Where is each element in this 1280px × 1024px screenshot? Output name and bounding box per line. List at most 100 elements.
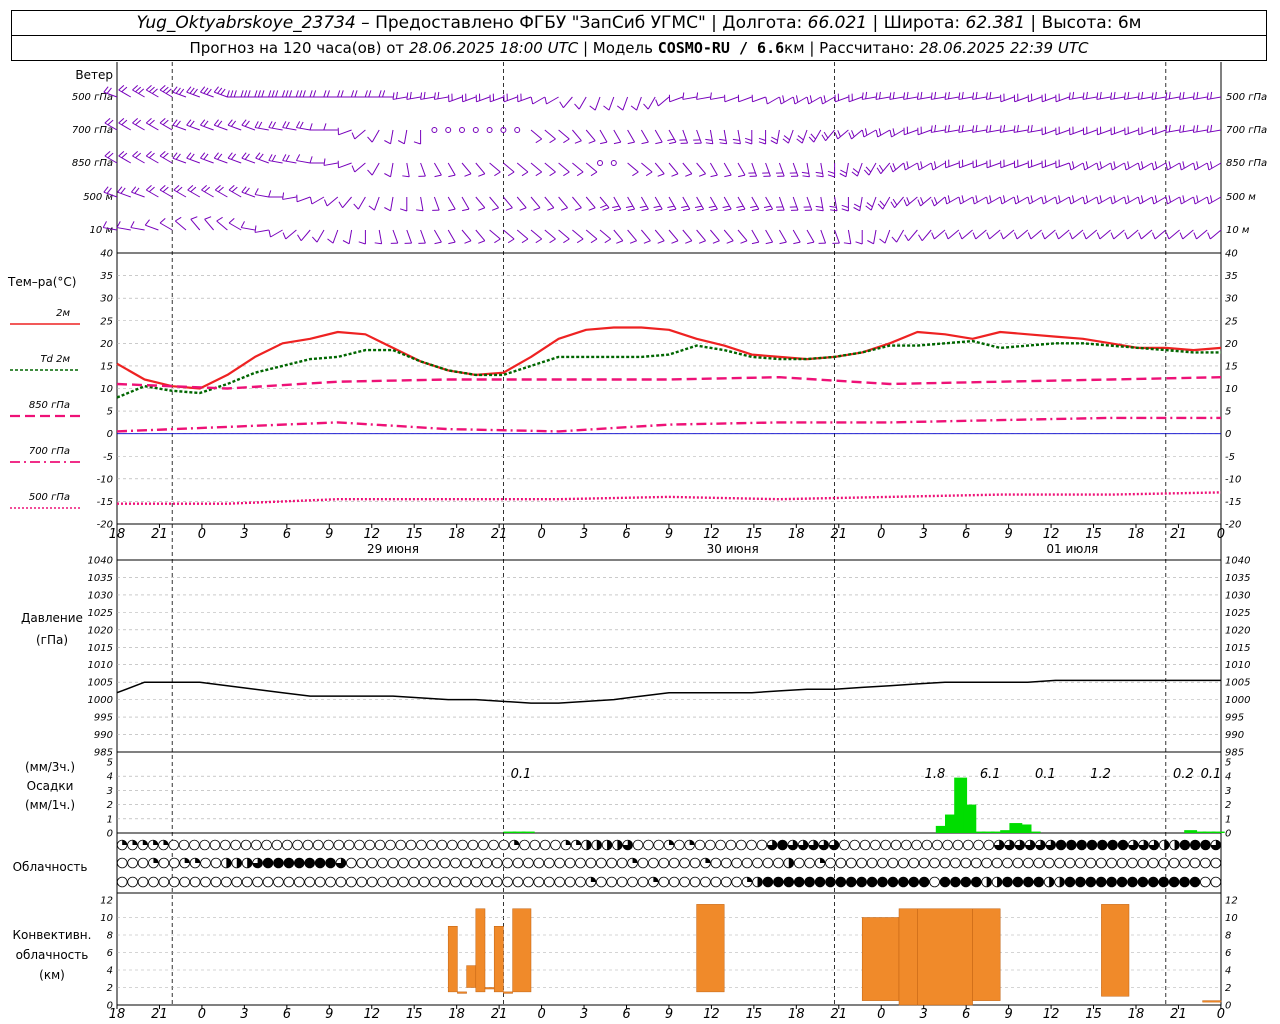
wind-barb-feather	[671, 173, 679, 177]
wind-barb-shaft	[859, 196, 863, 211]
wind-barb-feather	[258, 121, 263, 129]
wind-barb-shaft	[1140, 229, 1153, 240]
wind-barb-feather	[1082, 232, 1087, 240]
wind-barb-shaft	[820, 162, 824, 177]
time-axis-bottom-tick-label: 18	[448, 1007, 465, 1022]
wind-barb-feather	[879, 200, 885, 207]
wind-barb-feather	[576, 238, 584, 244]
wind-barb-feather	[1179, 125, 1182, 133]
cloud-low-symbol	[564, 876, 576, 888]
cloud-low-symbol	[335, 876, 347, 888]
wind-barb-feather	[947, 91, 950, 99]
cloud-mid-symbol	[168, 857, 180, 869]
cloud-low-symbol	[502, 876, 513, 888]
wind-barb-shaft	[323, 162, 338, 166]
wind-barb-feather	[173, 184, 180, 191]
wind-barb-feather	[1193, 163, 1196, 171]
cloud-low-symbol	[148, 876, 159, 888]
wind-barb-feather	[200, 86, 206, 93]
wind-barb-shaft	[476, 96, 490, 103]
t500-line	[117, 491, 1222, 505]
wind-barb-feather	[961, 91, 964, 99]
wind-barb-feather	[930, 92, 933, 100]
cloud-mid-symbol	[710, 857, 722, 869]
wind-barb-feather	[213, 86, 219, 93]
cloud-mid-symbol	[1127, 857, 1138, 869]
wind-barb-feather	[204, 186, 211, 193]
pressure-y-tick-label: 990	[1225, 730, 1244, 741]
wind-barb-shaft	[594, 96, 601, 111]
conv-cloud-bar	[512, 908, 532, 993]
wind-barb-feather	[841, 208, 849, 212]
wind-barb-shaft	[434, 96, 449, 100]
wind-barb-feather	[643, 240, 651, 244]
wind-barb-shaft	[1096, 96, 1111, 100]
cloud-high-symbol	[952, 839, 964, 851]
cloud-mid-symbol	[908, 857, 920, 869]
time-axis-bottom-tick-label: 9	[325, 1007, 333, 1022]
wind-barb-feather	[574, 103, 580, 110]
wind-barb-feather	[1027, 232, 1032, 240]
wind-barb-feather	[309, 123, 313, 131]
wind-barb-feather	[588, 140, 596, 144]
cloud-low-symbol	[1064, 876, 1076, 888]
cloud-low-symbol	[762, 876, 774, 888]
wind-barb-feather	[947, 195, 951, 203]
wind-barb-shaft	[254, 229, 269, 233]
cloud-high-symbol	[870, 839, 881, 851]
wind-barb-shaft	[316, 229, 325, 243]
wind-barb-feather	[409, 91, 412, 99]
precip-y-tick-label: 1	[1225, 814, 1231, 825]
temp-y-tick-label: 20	[1225, 339, 1238, 350]
wind-barb-feather	[1179, 232, 1184, 240]
cloud-mid-symbol	[346, 857, 357, 869]
wind-barb-feather	[853, 207, 861, 212]
wind-barb-shaft	[668, 229, 679, 242]
wind-barb-shaft	[461, 229, 472, 242]
wind-barb-shaft	[972, 129, 987, 133]
wind-barb-shaft	[778, 196, 785, 211]
wind-barb-feather	[944, 197, 948, 205]
precip-bar	[963, 804, 977, 833]
wind-barb-feather	[1137, 163, 1141, 171]
wind-barb-feather	[1003, 124, 1006, 132]
wind-barb-feather	[282, 121, 287, 128]
wind-barb-feather	[1124, 197, 1127, 205]
wind-barb-feather	[159, 150, 166, 157]
precip-sum-label: 0.1	[511, 767, 532, 782]
cloud-low-symbol	[127, 876, 138, 888]
wind-barb-shaft	[875, 96, 890, 100]
wind-barb-shaft	[1099, 229, 1111, 240]
wind-barb-feather	[848, 132, 852, 140]
wind-barb-feather	[138, 88, 145, 94]
wind-barb-shaft	[1113, 229, 1125, 240]
wind-barb-feather	[241, 152, 247, 159]
cloud-high-symbol	[364, 839, 376, 851]
wind-barb-shaft	[1138, 129, 1153, 136]
wind-barb-feather	[295, 154, 301, 161]
cloud-low-symbol	[845, 876, 857, 888]
cloud-mid-symbol	[1210, 857, 1222, 869]
conv-y-tick-label: 12	[1225, 896, 1238, 907]
wind-barb-feather	[853, 203, 861, 208]
temp-y-tick-label: 35	[100, 271, 113, 282]
wind-barb-shaft	[894, 196, 904, 209]
cloud-low-symbol	[731, 876, 743, 888]
wind-barb-feather	[132, 150, 139, 157]
wind-barb-shaft	[856, 162, 863, 177]
wind-barb-feather	[629, 240, 637, 244]
wind-barb-shaft	[296, 196, 311, 203]
time-axis-top-tick-label: 6	[962, 527, 970, 542]
wind-barb-feather	[254, 121, 259, 128]
wind-barb-feather	[986, 197, 989, 205]
wind-barb-feather	[337, 90, 341, 98]
cloud-high-fill	[586, 840, 592, 850]
wind-barb-shaft	[146, 122, 159, 131]
wind-barb-feather	[121, 152, 128, 159]
wind-barb-feather	[770, 140, 778, 145]
t2m-line	[116, 326, 1222, 390]
cloud-high-fill	[576, 840, 581, 845]
wind-barb-shaft	[227, 124, 242, 131]
wind-barb-shaft	[972, 96, 987, 100]
wind-barb-shaft	[917, 129, 932, 136]
